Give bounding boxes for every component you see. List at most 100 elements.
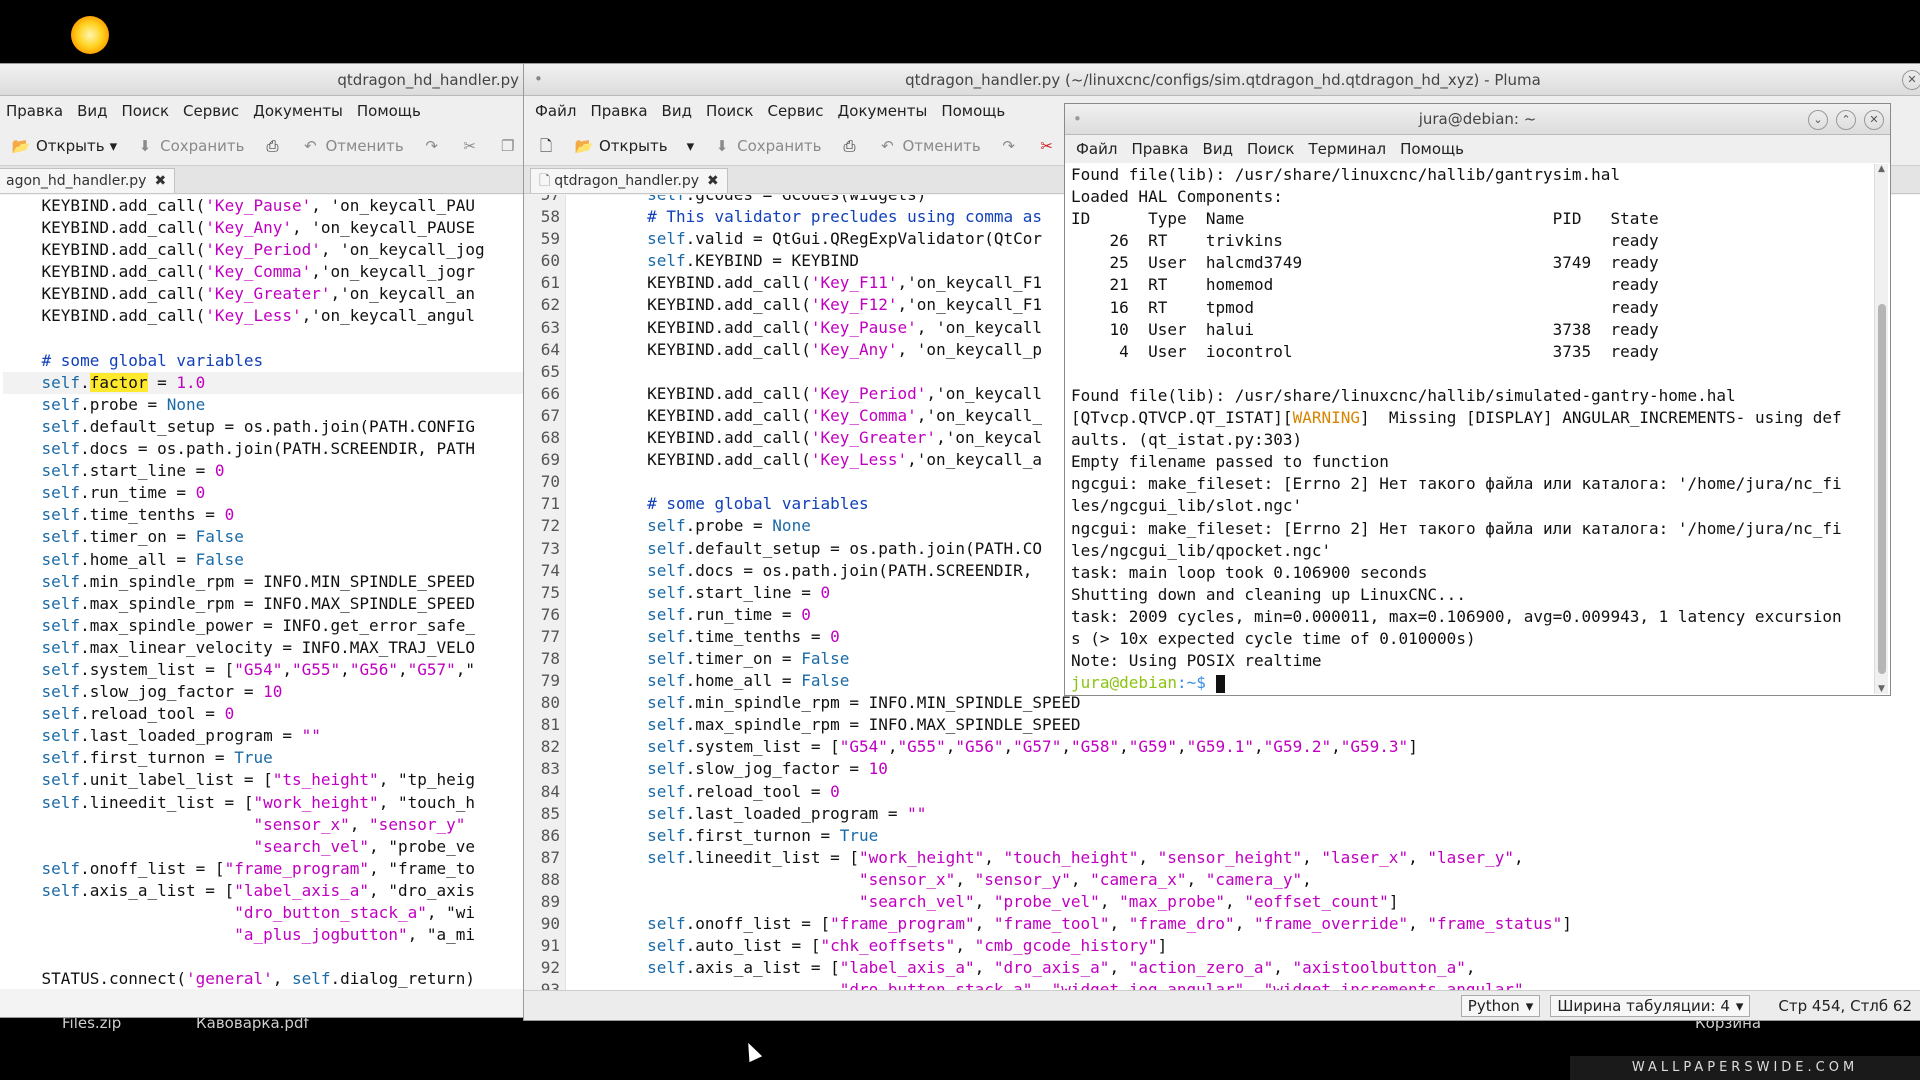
- terminal-scroll-thumb[interactable]: [1878, 304, 1886, 674]
- left-code-line[interactable]: "dro_button_stack_a", "wi: [3, 902, 525, 924]
- left-open-button[interactable]: 📂 Открыть ▾: [5, 136, 123, 156]
- terminal-menu-item-2[interactable]: Вид: [1196, 140, 1240, 158]
- main-menu-item-1[interactable]: Правка: [583, 102, 654, 120]
- left-code-line[interactable]: [3, 328, 525, 350]
- maximize-icon[interactable]: ⌃: [1836, 110, 1856, 130]
- left-code-line[interactable]: self.max_spindle_rpm = INFO.MAX_SPINDLE_…: [3, 593, 525, 615]
- left-editor-window[interactable]: qtdragon_hd_handler.py Правка Вид Поиск Сер…: [0, 63, 526, 1018]
- main-code-line[interactable]: self.system_list = ["G54","G55","G56","G…: [570, 736, 1920, 758]
- left-code-line[interactable]: [3, 946, 525, 968]
- main-code-line[interactable]: self.onoff_list = ["frame_program", "fra…: [570, 913, 1920, 935]
- left-code-line[interactable]: self.timer_on = False: [3, 526, 525, 548]
- left-code-line[interactable]: self.run_time = 0: [3, 482, 525, 504]
- main-cut-button[interactable]: ✂: [1031, 136, 1063, 156]
- main-code-line[interactable]: self.slow_jog_factor = 10: [570, 758, 1920, 780]
- left-code-line[interactable]: self.home_all = False: [3, 549, 525, 571]
- terminal-menu-item-0[interactable]: Файл: [1069, 140, 1124, 158]
- main-menu-item-3[interactable]: Поиск: [699, 102, 761, 120]
- left-redo-button[interactable]: ↷: [416, 136, 448, 156]
- left-code-line[interactable]: "search_vel", "probe_ve: [3, 836, 525, 858]
- left-code-line[interactable]: self.slow_jog_factor = 10: [3, 681, 525, 703]
- left-cut-button[interactable]: ✂: [454, 136, 486, 156]
- left-code-line[interactable]: self.time_tenths = 0: [3, 504, 525, 526]
- main-menu-item-5[interactable]: Документы: [831, 102, 935, 120]
- left-undo-button[interactable]: ↶ Отменить: [294, 136, 409, 156]
- main-code-line[interactable]: "sensor_x", "sensor_y", "camera_x", "cam…: [570, 869, 1920, 891]
- main-menu-item-6[interactable]: Помощь: [934, 102, 1012, 120]
- main-code-line[interactable]: self.reload_tool = 0: [570, 781, 1920, 803]
- left-code-line[interactable]: self.start_line = 0: [3, 460, 525, 482]
- left-tab-document[interactable]: agon_hd_handler.py ✖: [0, 168, 176, 193]
- left-code-line[interactable]: self.system_list = ["G54","G55","G56","G…: [3, 659, 525, 681]
- close-icon[interactable]: ✖: [707, 173, 719, 189]
- main-code-line[interactable]: self.axis_a_list = ["label_axis_a", "dro…: [570, 957, 1920, 979]
- left-menu-item-3[interactable]: Сервис: [176, 102, 246, 120]
- language-selector[interactable]: Python ▾: [1460, 994, 1541, 1017]
- left-code-line[interactable]: self.docs = os.path.join(PATH.SCREENDIR,…: [3, 438, 525, 460]
- chevron-down-icon[interactable]: ▾: [110, 137, 118, 155]
- left-code-line[interactable]: KEYBIND.add_call('Key_Pause', 'on_keycal…: [3, 195, 525, 217]
- left-code-editor[interactable]: KEYBIND.add_call('Key_Pause', 'on_keycal…: [0, 195, 525, 989]
- terminal-output[interactable]: Found file(lib): /usr/share/linuxcnc/hal…: [1065, 164, 1872, 695]
- left-save-button[interactable]: ⬇ Сохранить: [129, 136, 250, 156]
- main-code-line[interactable]: self.max_spindle_rpm = INFO.MAX_SPINDLE_…: [570, 714, 1920, 736]
- scroll-down-icon[interactable]: ▼: [1878, 684, 1885, 694]
- left-code-line[interactable]: # some global variables: [3, 350, 525, 372]
- terminal-menu-item-4[interactable]: Терминал: [1301, 140, 1393, 158]
- left-code-line[interactable]: self.reload_tool = 0: [3, 703, 525, 725]
- left-code-line[interactable]: self.probe = None: [3, 394, 525, 416]
- left-code-line[interactable]: self.default_setup = os.path.join(PATH.C…: [3, 416, 525, 438]
- left-code-line[interactable]: KEYBIND.add_call('Key_Comma','on_keycall…: [3, 261, 525, 283]
- left-code-line[interactable]: self.min_spindle_rpm = INFO.MIN_SPINDLE_…: [3, 571, 525, 593]
- close-icon[interactable]: ✕: [1902, 70, 1920, 90]
- left-code-line[interactable]: self.lineedit_list = ["work_height", "to…: [3, 792, 525, 814]
- left-code-line[interactable]: self.max_linear_velocity = INFO.MAX_TRAJ…: [3, 637, 525, 659]
- window-menu-icon[interactable]: •: [1073, 104, 1082, 134]
- main-menu-item-0[interactable]: Файл: [528, 102, 583, 120]
- main-window-titlebar[interactable]: • qtdragon_handler.py (~/linuxcnc/config…: [524, 64, 1920, 96]
- scroll-up-icon[interactable]: ▲: [1878, 164, 1885, 174]
- left-code-line[interactable]: KEYBIND.add_call('Key_Period', 'on_keyca…: [3, 239, 525, 261]
- main-print-button[interactable]: ⎙: [833, 136, 865, 156]
- main-redo-button[interactable]: ↷: [993, 136, 1025, 156]
- terminal-titlebar[interactable]: • jura@debian: ~ ⌄ ⌃ ✕: [1065, 104, 1890, 135]
- new-document-button[interactable]: 🗋: [530, 136, 562, 156]
- left-code-line[interactable]: self.first_turnon = True: [3, 747, 525, 769]
- main-menu-item-2[interactable]: Вид: [655, 102, 699, 120]
- terminal-scrollbar[interactable]: ▲ ▼: [1874, 164, 1888, 694]
- left-code-line[interactable]: STATUS.connect('general', self.dialog_re…: [3, 968, 525, 989]
- chevron-down-icon[interactable]: ▾: [687, 137, 695, 155]
- main-code-line[interactable]: self.auto_list = ["chk_eoffsets", "cmb_g…: [570, 935, 1920, 957]
- tab-width-selector[interactable]: Ширина табуляции: 4 ▾: [1550, 994, 1751, 1017]
- main-code-line[interactable]: self.last_loaded_program = "": [570, 803, 1920, 825]
- left-print-button[interactable]: ⎙: [256, 136, 288, 156]
- left-code-line[interactable]: self.onoff_list = ["frame_program", "fra…: [3, 858, 525, 880]
- left-menu-item-0[interactable]: Правка: [0, 102, 70, 120]
- main-code-line[interactable]: "search_vel", "probe_vel", "max_probe", …: [570, 891, 1920, 913]
- left-menu-item-5[interactable]: Помощь: [350, 102, 428, 120]
- left-copy-button[interactable]: ❐: [492, 136, 524, 156]
- left-code-line[interactable]: self.unit_label_list = ["ts_height", "tp…: [3, 769, 525, 791]
- terminal-prompt-line[interactable]: jura@debian:~$: [1071, 672, 1872, 694]
- close-icon[interactable]: ✖: [154, 173, 166, 189]
- left-code-line[interactable]: "a_plus_jogbutton", "a_mi: [3, 924, 525, 946]
- main-save-button[interactable]: ⬇ Сохранить: [706, 136, 827, 156]
- left-code-line[interactable]: self.max_spindle_power = INFO.get_error_…: [3, 615, 525, 637]
- main-open-button[interactable]: 📂 Открыть ▾: [568, 136, 700, 156]
- main-undo-button[interactable]: ↶ Отменить: [871, 136, 986, 156]
- main-code-line[interactable]: self.first_turnon = True: [570, 825, 1920, 847]
- terminal-window[interactable]: • jura@debian: ~ ⌄ ⌃ ✕ Файл Правка Вид Поис…: [1064, 103, 1891, 696]
- left-code-line[interactable]: self.factor = 1.0: [3, 371, 525, 394]
- left-code-line[interactable]: KEYBIND.add_call('Key_Any', 'on_keycall_…: [3, 217, 525, 239]
- main-menu-item-4[interactable]: Сервис: [760, 102, 830, 120]
- left-menu-item-4[interactable]: Документы: [246, 102, 350, 120]
- minimize-icon[interactable]: ⌄: [1808, 110, 1828, 130]
- terminal-menu-item-1[interactable]: Правка: [1124, 140, 1195, 158]
- main-code-line[interactable]: self.lineedit_list = ["work_height", "to…: [570, 847, 1920, 869]
- close-icon[interactable]: ✕: [1864, 110, 1884, 130]
- left-code-line[interactable]: self.last_loaded_program = "": [3, 725, 525, 747]
- left-code-line[interactable]: KEYBIND.add_call('Key_Less','on_keycall_…: [3, 305, 525, 327]
- left-menu-item-1[interactable]: Вид: [70, 102, 114, 120]
- left-code-line[interactable]: self.axis_a_list = ["label_axis_a", "dro…: [3, 880, 525, 902]
- left-code-line[interactable]: "sensor_x", "sensor_y": [3, 814, 525, 836]
